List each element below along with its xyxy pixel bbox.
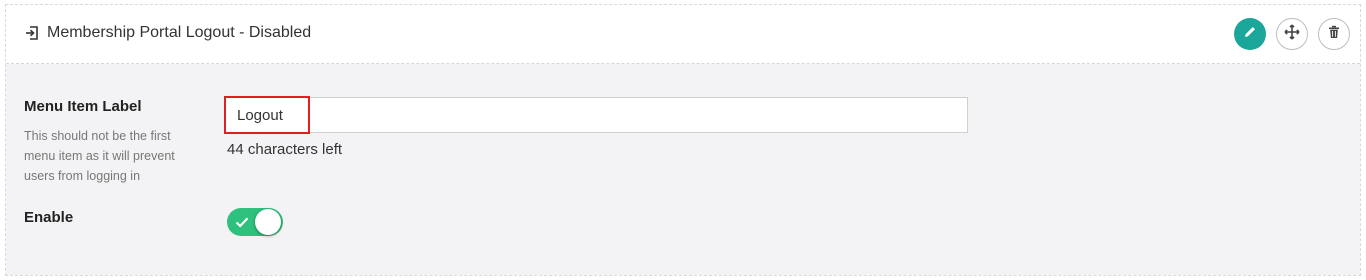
panel-body: Menu Item Label This should not be the f… (6, 64, 1360, 275)
panel-header: Membership Portal Logout - Disabled (6, 5, 1360, 64)
toggle-knob (255, 209, 281, 235)
characters-left-label: characters left (247, 141, 343, 158)
enable-label: Enable (24, 209, 74, 226)
panel-title: Membership Portal Logout - Disabled (47, 24, 312, 41)
delete-button[interactable] (1318, 18, 1350, 50)
logout-icon (25, 26, 39, 40)
move-button[interactable] (1276, 18, 1308, 50)
checkmark-icon (235, 215, 249, 229)
move-arrows-icon (1284, 23, 1300, 45)
characters-left-count: 44 (227, 141, 244, 158)
edit-button[interactable] (1234, 18, 1266, 50)
menu-item-panel: Membership Portal Logout - Disabled Menu… (5, 4, 1361, 276)
menu-item-help-text: This should not be the first menu item a… (24, 129, 175, 183)
pencil-icon (1243, 25, 1257, 44)
menu-item-label-heading: Menu Item Label (24, 98, 142, 115)
menu-item-label-input[interactable] (225, 97, 968, 133)
characters-left-text: 44 characters left (227, 141, 342, 158)
trash-icon (1327, 25, 1341, 44)
enable-toggle[interactable] (227, 208, 283, 236)
